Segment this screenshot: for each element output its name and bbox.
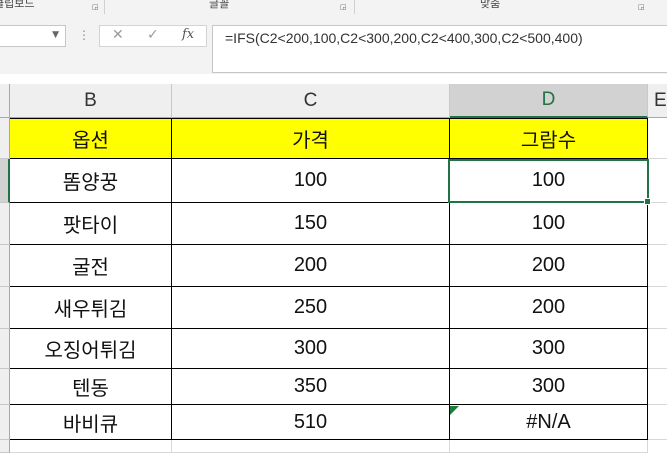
column-header-c[interactable]: C	[172, 84, 450, 118]
table-cell-price[interactable]: 250	[172, 287, 450, 329]
select-all-corner[interactable]	[0, 84, 10, 118]
ribbon-group-font: 글꼴	[209, 0, 230, 10]
table-cell-price[interactable]: 300	[172, 329, 450, 369]
header-cell-option[interactable]: 옵션	[10, 118, 172, 159]
empty-cell[interactable]	[648, 159, 667, 203]
table-cell-price[interactable]: 200	[172, 245, 450, 287]
table-cell-grams[interactable]: 100	[450, 203, 648, 245]
table-cell-grams[interactable]: 300	[450, 369, 648, 405]
ribbon-group-alignment: 맞춤	[480, 0, 501, 10]
column-header-b[interactable]: B	[10, 84, 172, 118]
row-header[interactable]	[0, 245, 10, 287]
empty-cell[interactable]	[648, 118, 667, 159]
empty-cell[interactable]	[648, 245, 667, 287]
column-header-e[interactable]: E	[648, 84, 667, 118]
table-cell-price[interactable]: 350	[172, 369, 450, 405]
clipboard-dialog-launcher-icon[interactable]: ◲	[92, 3, 100, 11]
alignment-dialog-launcher-icon[interactable]: ◲	[638, 3, 646, 11]
formula-bar-resize-handle[interactable]: ⋮	[78, 28, 90, 42]
empty-cell[interactable]	[648, 329, 667, 369]
empty-cell[interactable]	[648, 369, 667, 405]
insert-function-button[interactable]: fx	[182, 27, 194, 42]
table-cell-grams[interactable]: 200	[450, 245, 648, 287]
row-header[interactable]	[0, 329, 10, 369]
row-header[interactable]	[0, 405, 10, 440]
row-header[interactable]	[0, 287, 10, 329]
table-cell-option[interactable]: 굴전	[10, 245, 172, 287]
ribbon-divider	[104, 0, 105, 14]
row-header[interactable]	[0, 203, 10, 245]
row-header-selected[interactable]	[0, 159, 10, 203]
formula-buttons: ✕ ✓ fx	[99, 25, 207, 47]
name-box[interactable]: ▼	[0, 25, 66, 47]
table-cell-option[interactable]: 바비큐	[10, 405, 172, 440]
empty-cell[interactable]	[172, 440, 450, 453]
table-cell-grams-error[interactable]: #N/A	[450, 405, 648, 440]
row-header[interactable]	[0, 440, 10, 453]
empty-cell[interactable]	[648, 287, 667, 329]
table-cell-price[interactable]: 510	[172, 405, 450, 440]
chevron-down-icon[interactable]: ▼	[52, 30, 59, 40]
ribbon-group-labels: 클립보드 ◲ 글꼴 ◲ 맞춤 ◲	[0, 0, 667, 18]
table-cell-option[interactable]: 똠양꿍	[10, 159, 172, 203]
table-cell-grams[interactable]: 200	[450, 287, 648, 329]
header-cell-price[interactable]: 가격	[172, 118, 450, 159]
empty-cell[interactable]	[648, 405, 667, 440]
ribbon-divider	[354, 0, 355, 14]
table-cell-grams[interactable]: 100	[450, 159, 648, 203]
font-dialog-launcher-icon[interactable]: ◲	[340, 3, 348, 11]
empty-cell[interactable]	[450, 440, 648, 453]
table-cell-option[interactable]: 팟타이	[10, 203, 172, 245]
table-cell-grams[interactable]: 300	[450, 329, 648, 369]
column-header-d[interactable]: D	[450, 84, 648, 118]
formula-bar-area: ▼ ⋮ ✕ ✓ fx =IFS(C2<200,100,C2<300,200,C2…	[0, 17, 667, 74]
empty-cell[interactable]	[648, 203, 667, 245]
table-cell-option[interactable]: 새우튀김	[10, 287, 172, 329]
row-header[interactable]	[0, 369, 10, 405]
error-indicator-icon[interactable]	[450, 406, 459, 415]
enter-icon[interactable]: ✓	[147, 27, 159, 43]
row-header[interactable]	[0, 118, 10, 159]
cancel-icon[interactable]: ✕	[112, 27, 124, 43]
empty-cell[interactable]	[10, 440, 172, 453]
table-cell-price[interactable]: 100	[172, 159, 450, 203]
table-cell-option[interactable]: 오징어튀김	[10, 329, 172, 369]
header-cell-grams[interactable]: 그람수	[450, 118, 648, 159]
table-cell-price[interactable]: 150	[172, 203, 450, 245]
formula-input[interactable]: =IFS(C2<200,100,C2<300,200,C2<400,300,C2…	[212, 25, 667, 73]
ribbon-group-clipboard: 클립보드	[0, 0, 35, 10]
table-cell-option[interactable]: 텐동	[10, 369, 172, 405]
